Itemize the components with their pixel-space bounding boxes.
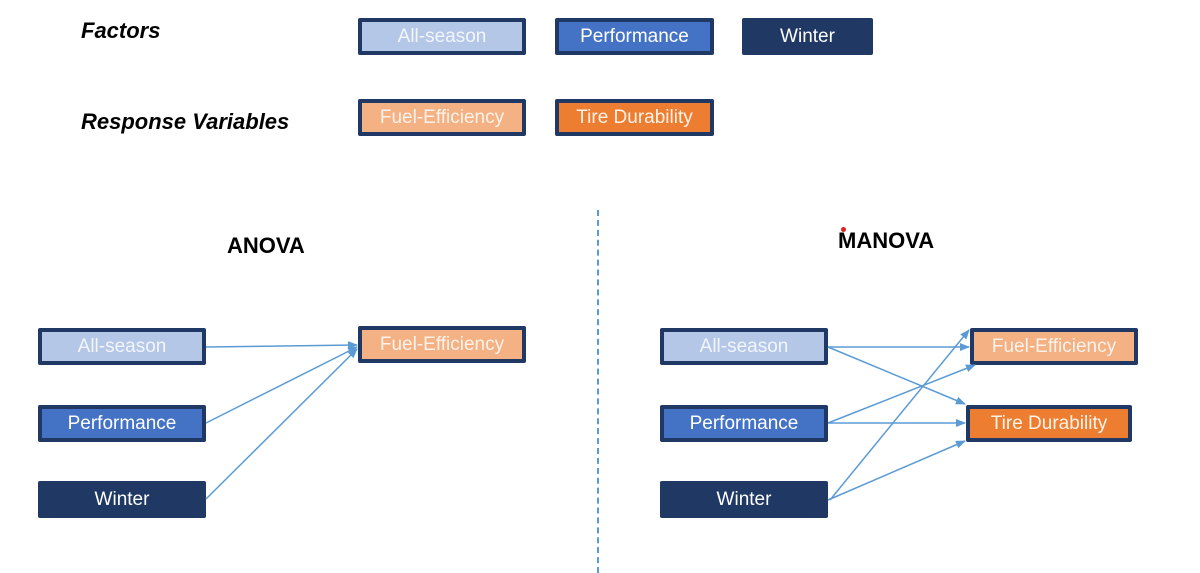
- manova-arrow-winter-to-fuel: [829, 329, 970, 501]
- manova-arrow-winter-to-tire: [827, 440, 966, 501]
- anova-arrow-winter-to-fuel: [205, 348, 358, 500]
- anova-arrow-all-season-to-fuel: [205, 341, 358, 350]
- arrows-layer: [205, 329, 976, 501]
- anova-arrow-performance-to-fuel: [205, 346, 358, 424]
- manova-arrow-performance-to-fuel: [827, 364, 976, 424]
